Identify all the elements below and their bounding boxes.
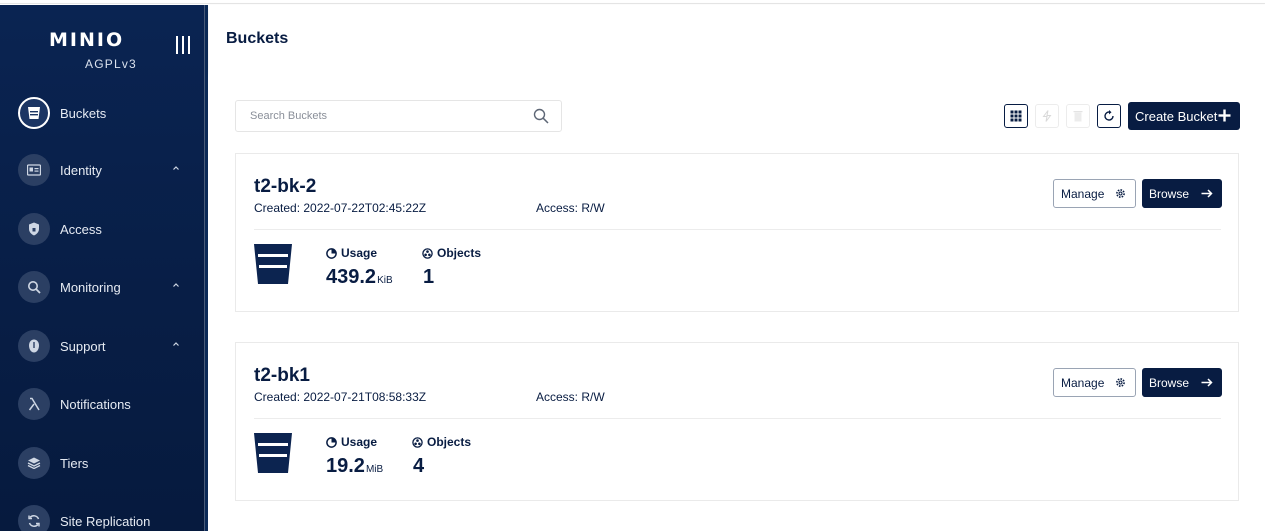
gear-icon (1116, 378, 1125, 387)
browse-button[interactable]: Browse (1142, 179, 1222, 208)
sidebar-item-tiers[interactable]: Tiers (18, 446, 194, 480)
objects-value: 4 (413, 455, 425, 477)
usage-value: 439.2KiB (326, 266, 393, 288)
sidebar-item-site-replication[interactable]: Site Replication (18, 504, 194, 531)
objects-label: Objects (422, 246, 481, 260)
chevron-up-icon[interactable] (172, 340, 180, 348)
sidebar-item-access[interactable]: Access (18, 212, 194, 246)
card-divider (254, 229, 1221, 230)
objects-value: 1 (423, 266, 435, 288)
bucket-icon (254, 433, 292, 473)
usage-value: 19.2MiB (326, 455, 384, 477)
usage-unit: KiB (377, 275, 393, 286)
set-replication-button[interactable] (1035, 104, 1059, 128)
bucket-created-date: Created: 2022-07-22T02:45:22Z (254, 201, 427, 215)
id-card-icon (18, 154, 50, 186)
pie-chart-icon (326, 436, 337, 448)
search-box (235, 100, 562, 132)
objects-label: Objects (412, 435, 471, 449)
bucket-access: Access: R/W (536, 201, 605, 215)
arrow-right-icon (1201, 378, 1213, 387)
sidebar: MINIO AGPLv3 Buckets Identity Access Mon… (0, 5, 204, 531)
license-label: AGPLv3 (85, 57, 137, 71)
page-title: Buckets (226, 30, 289, 47)
manage-button[interactable]: Manage (1053, 368, 1136, 397)
sidebar-item-label: Support (60, 338, 106, 354)
create-bucket-button[interactable]: Create Bucket (1128, 102, 1240, 130)
bucket-card[interactable]: t2-bk1 Created: 2022-07-21T08:58:33Z Acc… (235, 342, 1239, 501)
bucket-icon (254, 244, 292, 284)
usage-label: Usage (326, 246, 377, 260)
sidebar-item-label: Site Replication (60, 513, 151, 529)
plus-icon (1218, 109, 1231, 122)
sidebar-item-identity[interactable]: Identity (18, 153, 194, 187)
shield-icon (18, 213, 50, 245)
manage-label: Manage (1061, 186, 1105, 201)
card-divider (254, 418, 1221, 419)
manage-label: Manage (1061, 375, 1105, 390)
search-icon[interactable] (533, 108, 549, 124)
trash-icon (1073, 111, 1083, 122)
objects-icon (422, 247, 433, 259)
bucket-name[interactable]: t2-bk-2 (254, 176, 316, 198)
delete-selected-button[interactable] (1066, 104, 1090, 128)
sidebar-item-label: Monitoring (60, 279, 121, 295)
menu-collapse-button[interactable] (176, 36, 190, 54)
chevron-up-icon[interactable] (172, 281, 180, 289)
refresh-button[interactable] (1097, 104, 1121, 128)
bucket-access: Access: R/W (536, 390, 605, 404)
bucket-name[interactable]: t2-bk1 (254, 365, 310, 387)
layers-icon (18, 447, 50, 479)
lambda-icon (18, 388, 50, 420)
browse-label: Browse (1149, 375, 1190, 390)
sidebar-item-notifications[interactable]: Notifications (18, 387, 194, 421)
gear-icon (1116, 189, 1125, 198)
sidebar-item-label: Access (60, 221, 102, 237)
magnifier-icon (18, 271, 50, 303)
create-bucket-label: Create Bucket (1135, 108, 1218, 124)
sidebar-item-label: Tiers (60, 455, 89, 471)
sidebar-border (204, 5, 208, 531)
browse-label: Browse (1149, 186, 1190, 201)
search-input[interactable] (236, 101, 526, 131)
refresh-icon (1104, 110, 1114, 121)
bucket-icon (18, 97, 50, 129)
browse-button[interactable]: Browse (1142, 368, 1222, 397)
bolt-icon (1042, 110, 1052, 122)
sync-icon (18, 505, 50, 531)
grid-icon (1010, 110, 1022, 122)
support-icon (18, 330, 50, 362)
manage-button[interactable]: Manage (1053, 179, 1136, 208)
usage-label: Usage (326, 435, 377, 449)
sidebar-item-support[interactable]: Support (18, 329, 194, 363)
sidebar-item-label: Identity (60, 162, 102, 178)
grid-view-button[interactable] (1004, 104, 1028, 128)
page-header: Buckets (209, 5, 1265, 72)
bucket-created-date: Created: 2022-07-21T08:58:33Z (254, 390, 427, 404)
bucket-card[interactable]: t2-bk-2 Created: 2022-07-22T02:45:22Z Ac… (235, 153, 1239, 312)
objects-icon (412, 436, 423, 448)
sidebar-item-label: Buckets (60, 105, 107, 121)
chevron-up-icon[interactable] (172, 164, 180, 172)
minio-logo[interactable]: MINIO AGPLv3 (49, 29, 149, 71)
sidebar-item-buckets[interactable]: Buckets (18, 96, 194, 130)
logo-wordmark: MINIO (49, 29, 125, 51)
sidebar-item-monitoring[interactable]: Monitoring (18, 270, 194, 304)
pie-chart-icon (326, 247, 337, 259)
top-border (0, 0, 1265, 4)
arrow-right-icon (1201, 189, 1213, 198)
usage-unit: MiB (365, 464, 384, 475)
sidebar-item-label: Notifications (60, 396, 131, 412)
